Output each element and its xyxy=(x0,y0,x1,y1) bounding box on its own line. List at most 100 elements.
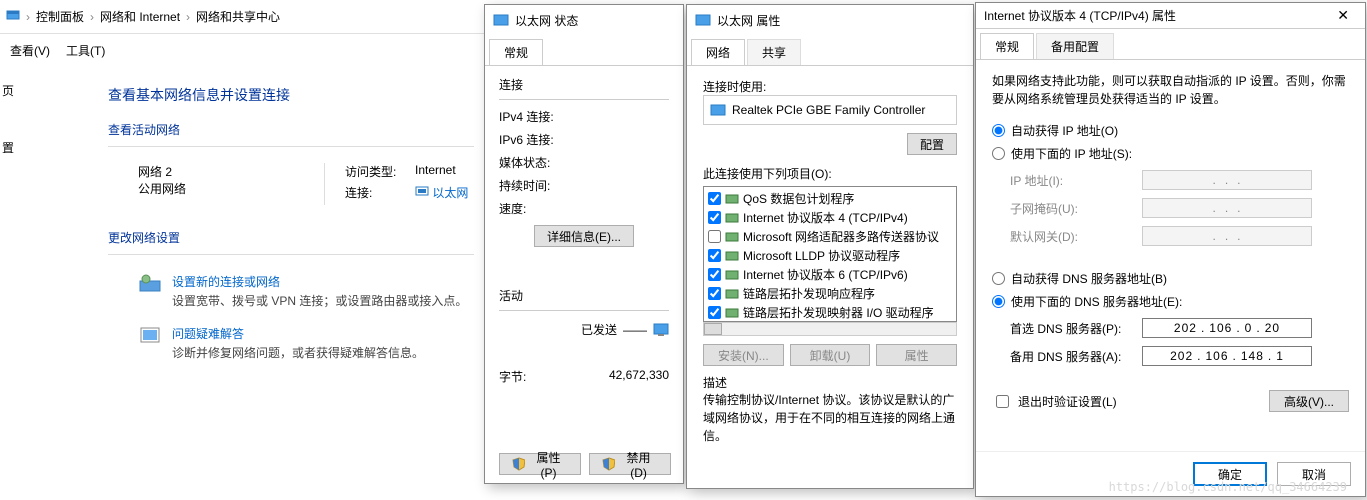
auto-ip-label[interactable]: 自动获得 IP 地址(O) xyxy=(1011,122,1118,139)
side-link[interactable]: 页 xyxy=(0,62,18,119)
menu-view[interactable]: 查看(V) xyxy=(10,42,50,59)
dns1-label: 首选 DNS 服务器(P): xyxy=(992,320,1142,337)
protocol-checkbox[interactable] xyxy=(708,211,721,224)
scrollbar-thumb[interactable] xyxy=(704,323,722,335)
auto-dns-label[interactable]: 自动获得 DNS 服务器地址(B) xyxy=(1011,270,1167,287)
dialog-titlebar: 以太网 属性 xyxy=(687,5,973,35)
protocol-item[interactable]: Internet 协议版本 4 (TCP/IPv4) xyxy=(704,208,956,227)
uninstall-button[interactable]: 卸载(U) xyxy=(790,344,871,366)
auto-ip-radio[interactable] xyxy=(992,124,1005,137)
protocol-item[interactable]: QoS 数据包计划程序 xyxy=(704,189,956,208)
protocol-checkbox[interactable] xyxy=(708,306,721,319)
breadcrumb-item[interactable]: 网络和 Internet xyxy=(100,8,180,25)
tabs: 常规 备用配置 xyxy=(976,29,1365,60)
group-connection: 连接 xyxy=(499,76,669,93)
manual-ip-label[interactable]: 使用下面的 IP 地址(S): xyxy=(1011,145,1132,162)
protocol-icon xyxy=(725,269,739,281)
protocol-icon xyxy=(725,250,739,262)
tab-alternate[interactable]: 备用配置 xyxy=(1036,33,1114,59)
ip-address-label: IP 地址(I): xyxy=(992,172,1142,189)
section-header: 查看活动网络 xyxy=(108,121,474,138)
connect-using-label: 连接时使用: xyxy=(703,78,957,95)
connection-link[interactable]: 以太网 xyxy=(432,186,468,200)
menu-bar: 查看(V) 工具(T) xyxy=(0,34,484,67)
protocol-item[interactable]: Microsoft LLDP 协议驱动程序 xyxy=(704,246,956,265)
adapter-box: Realtek PCIe GBE Family Controller xyxy=(703,95,957,125)
item-properties-button[interactable]: 属性 xyxy=(876,344,957,366)
tab-general[interactable]: 常规 xyxy=(489,39,543,65)
validate-checkbox[interactable] xyxy=(996,395,1009,408)
auto-dns-radio[interactable] xyxy=(992,272,1005,285)
protocol-checkbox[interactable] xyxy=(708,230,721,243)
control-panel-window: › 控制面板 › 网络和 Internet › 网络和共享中心 查看(V) 工具… xyxy=(0,0,484,500)
protocol-listbox[interactable]: QoS 数据包计划程序Internet 协议版本 4 (TCP/IPv4)Mic… xyxy=(703,186,957,322)
item-description: 设置宽带、拨号或 VPN 连接；或设置路由器或接入点。 xyxy=(172,292,467,309)
manual-ip-radio[interactable] xyxy=(992,147,1005,160)
adapter-name: Realtek PCIe GBE Family Controller xyxy=(732,103,925,117)
chevron-right-icon: › xyxy=(90,10,94,24)
protocol-item[interactable]: Internet 协议版本 6 (TCP/IPv6) xyxy=(704,265,956,284)
disable-button[interactable]: 禁用(D) xyxy=(589,453,671,475)
shield-icon xyxy=(602,457,615,471)
chevron-right-icon: › xyxy=(186,10,190,24)
protocol-label: Internet 协议版本 4 (TCP/IPv4) xyxy=(743,209,908,226)
bytes-value: 42,672,330 xyxy=(609,368,669,385)
tab-general[interactable]: 常规 xyxy=(980,33,1034,59)
details-button[interactable]: 详细信息(E)... xyxy=(534,225,634,247)
protocol-icon xyxy=(725,212,739,224)
ipv4-label: IPv4 连接: xyxy=(499,108,589,125)
manual-dns-label[interactable]: 使用下面的 DNS 服务器地址(E): xyxy=(1011,293,1182,310)
protocol-checkbox[interactable] xyxy=(708,268,721,281)
description-text: 传输控制协议/Internet 协议。该协议是默认的广域网络协议，用于在不同的相… xyxy=(703,391,957,445)
dialog-titlebar: 以太网 状态 xyxy=(485,5,683,35)
dns2-input[interactable]: 202. 106. 148. 1 xyxy=(1142,346,1312,366)
close-button[interactable]: ✕ xyxy=(1329,7,1357,24)
troubleshoot-link[interactable]: 问题疑难解答 xyxy=(172,325,424,342)
protocol-item[interactable]: 链路层拓扑发现响应程序 xyxy=(704,284,956,303)
list-item: 问题疑难解答 诊断并修复网络问题，或者获得疑难解答信息。 xyxy=(108,317,474,369)
troubleshoot-icon xyxy=(138,325,162,349)
section-header: 更改网络设置 xyxy=(108,229,474,246)
adapter-icon xyxy=(710,103,726,117)
info-text: 如果网络支持此功能，则可以获取自动指派的 IP 设置。否则，你需要从网络系统管理… xyxy=(992,72,1349,108)
connection-label: 连接: xyxy=(345,184,415,201)
tab-share[interactable]: 共享 xyxy=(747,39,801,65)
validate-label[interactable]: 退出时验证设置(L) xyxy=(1018,393,1117,410)
protocol-checkbox[interactable] xyxy=(708,287,721,300)
side-link[interactable]: 置 xyxy=(0,119,18,176)
protocol-item[interactable]: 链路层拓扑发现映射器 I/O 驱动程序 xyxy=(704,303,956,322)
new-connection-link[interactable]: 设置新的连接或网络 xyxy=(172,273,467,290)
chevron-right-icon: › xyxy=(26,10,30,24)
advanced-button[interactable]: 高级(V)... xyxy=(1269,390,1349,412)
tabs: 常规 xyxy=(485,35,683,66)
subnet-mask-input: ... xyxy=(1142,198,1312,218)
menu-tools[interactable]: 工具(T) xyxy=(66,42,105,59)
ethernet-icon xyxy=(415,185,429,197)
tab-network[interactable]: 网络 xyxy=(691,39,745,65)
configure-button[interactable]: 配置 xyxy=(907,133,957,155)
divider xyxy=(108,254,474,255)
ip-address-input: ... xyxy=(1142,170,1312,190)
dialog-title: 以太网 属性 xyxy=(717,12,780,29)
breadcrumb-item[interactable]: 网络和共享中心 xyxy=(196,8,280,25)
protocol-checkbox[interactable] xyxy=(708,249,721,262)
dialog-titlebar: Internet 协议版本 4 (TCP/IPv4) 属性 ✕ xyxy=(976,3,1365,29)
page-title: 查看基本网络信息并设置连接 xyxy=(108,85,474,105)
protocol-label: Microsoft LLDP 协议驱动程序 xyxy=(743,247,900,264)
dash: —— xyxy=(623,323,647,337)
properties-button[interactable]: 属性(P) xyxy=(499,453,581,475)
dns1-input[interactable]: 202. 106. 0. 20 xyxy=(1142,318,1312,338)
breadcrumb-icon xyxy=(6,8,20,25)
protocol-icon xyxy=(725,231,739,243)
divider xyxy=(108,146,474,147)
breadcrumb-item[interactable]: 控制面板 xyxy=(36,8,84,25)
manual-dns-radio[interactable] xyxy=(992,295,1005,308)
gateway-label: 默认网关(D): xyxy=(992,228,1142,245)
gateway-input: ... xyxy=(1142,226,1312,246)
protocol-item[interactable]: Microsoft 网络适配器多路传送器协议 xyxy=(704,227,956,246)
protocol-checkbox[interactable] xyxy=(708,192,721,205)
horizontal-scrollbar[interactable] xyxy=(703,322,957,336)
ethernet-properties-dialog: 以太网 属性 网络 共享 连接时使用: Realtek PCIe GBE Fam… xyxy=(686,4,974,489)
sent-label: 已发送 xyxy=(581,321,617,338)
install-button[interactable]: 安装(N)... xyxy=(703,344,784,366)
